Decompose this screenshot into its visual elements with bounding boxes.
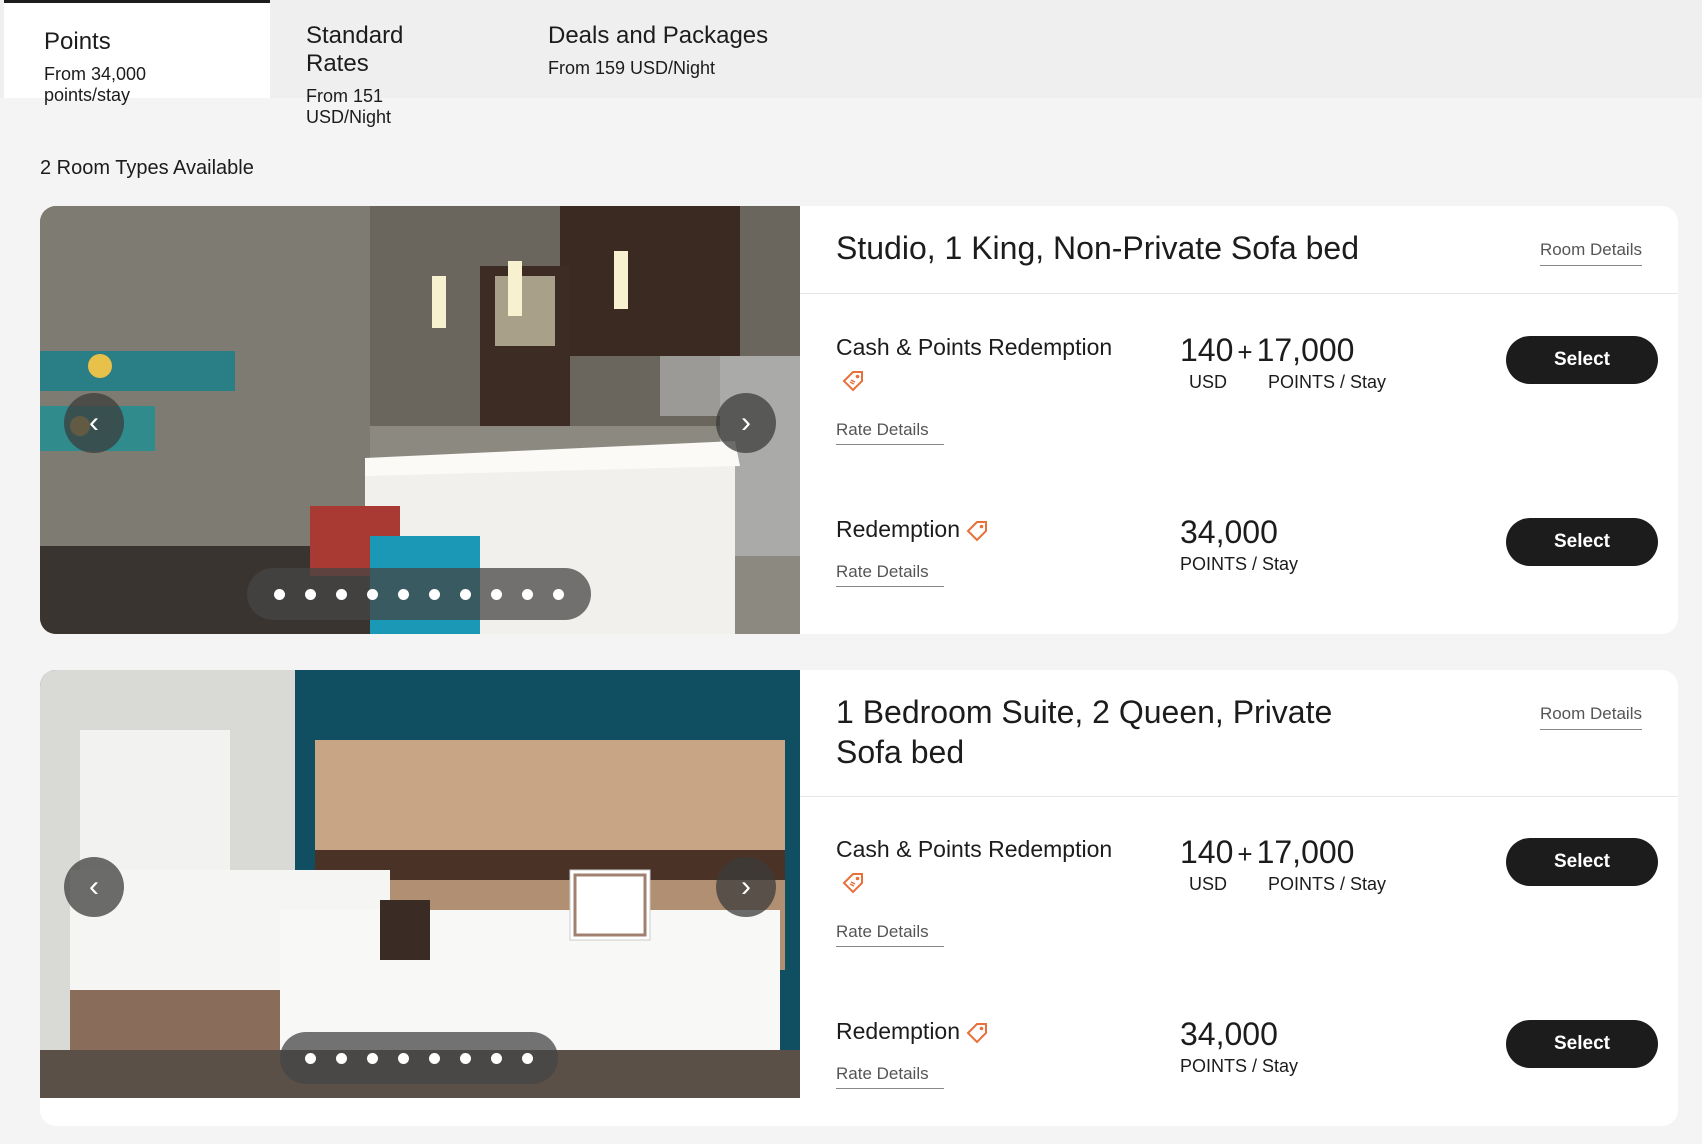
chevron-left-icon: ‹ — [89, 406, 99, 439]
carousel-dot[interactable] — [522, 1052, 533, 1064]
carousel-prev-button[interactable]: ‹ — [64, 393, 124, 453]
carousel-dot[interactable] — [429, 588, 440, 600]
divider — [800, 796, 1678, 797]
carousel-dot[interactable] — [553, 588, 564, 600]
tag-icon — [842, 872, 864, 894]
chevron-right-icon: › — [741, 406, 751, 439]
carousel-dot[interactable] — [367, 1052, 378, 1064]
rate-details-link[interactable]: Rate Details — [836, 922, 944, 947]
rate-row-redemption: Redemption Rate Details 34,000 POINTS / … — [800, 514, 1678, 634]
carousel-next-button[interactable]: › — [716, 857, 776, 917]
carousel-dot[interactable] — [305, 1052, 316, 1064]
room-info: 1 Bedroom Suite, 2 Queen, Private Sofa b… — [800, 670, 1678, 1126]
price-points: 34,000 POINTS / Stay — [1180, 514, 1298, 574]
rate-row-cash-points: Cash & Points Redemption Rate Details 14… — [800, 332, 1678, 484]
room-title: 1 Bedroom Suite, 2 Queen, Private Sofa b… — [836, 694, 1333, 770]
points-unit: POINTS / Stay — [1180, 554, 1299, 574]
rate-name: Cash & Points Redemption — [836, 334, 1113, 360]
cash-amount: 140 — [1180, 834, 1234, 870]
chevron-right-icon: › — [741, 870, 751, 903]
tab-deals-and-packages[interactable]: Deals and Packages From 159 USD/Night — [508, 0, 828, 98]
carousel-dot[interactable] — [491, 1052, 502, 1064]
room-photo-carousel: ‹ › — [40, 206, 800, 634]
room-count-heading: 2 Room Types Available — [40, 157, 254, 179]
plus-sign: + — [1237, 839, 1253, 869]
rate-row-cash-points: Cash & Points Redemption Rate Details 14… — [800, 834, 1678, 986]
tab-subtitle: From 159 USD/Night — [548, 58, 716, 78]
tab-title: Points — [44, 28, 111, 55]
rate-name-text: Redemption — [836, 1018, 961, 1044]
tab-subtitle: From 151 USD/Night — [306, 86, 392, 127]
tab-title: Standard Rates — [306, 22, 404, 77]
rate-details-link[interactable]: Rate Details — [836, 562, 944, 587]
divider — [800, 293, 1678, 294]
points-unit: POINTS / Stay — [1268, 372, 1387, 392]
rate-type-tabs: Points From 34,000 points/stay Standard … — [0, 0, 1702, 127]
points-unit: POINTS / Stay — [1268, 874, 1387, 894]
carousel-dot[interactable] — [367, 588, 378, 600]
tab-subtitle: From 34,000 points/stay — [44, 64, 147, 105]
select-button[interactable]: Select — [1506, 336, 1658, 384]
price-cash-points: 140 +17,000 USD POINTS / Stay — [1180, 332, 1386, 392]
carousel-dot[interactable] — [460, 588, 471, 600]
carousel-dot[interactable] — [460, 1052, 471, 1064]
carousel-dots — [247, 568, 591, 620]
carousel-dots — [280, 1032, 558, 1084]
tab-standard-rates[interactable]: Standard Rates From 151 USD/Night — [266, 0, 512, 127]
carousel-dot[interactable] — [429, 1052, 440, 1064]
cash-unit: USD — [1189, 372, 1228, 392]
chevron-left-icon: ‹ — [89, 870, 99, 903]
room-card: ‹ › Studio, 1 King, Non-Private Sofa bed… — [40, 206, 1678, 634]
points-unit: POINTS / Stay — [1180, 1056, 1299, 1076]
room-title: Studio, 1 King, Non-Private Sofa bed — [836, 230, 1359, 266]
carousel-dot[interactable] — [398, 588, 409, 600]
room-photo-carousel: ‹ › — [40, 670, 800, 1098]
carousel-dot[interactable] — [274, 588, 285, 600]
tab-title: Deals and Packages — [548, 22, 769, 49]
plus-sign: + — [1237, 337, 1253, 367]
tag-icon — [966, 1018, 988, 1044]
carousel-dot[interactable] — [491, 588, 502, 600]
tab-points[interactable]: Points From 34,000 points/stay — [4, 0, 270, 105]
rate-details-link[interactable]: Rate Details — [836, 1064, 944, 1089]
carousel-prev-button[interactable]: ‹ — [64, 857, 124, 917]
rate-row-redemption: Redemption Rate Details 34,000 POINTS / … — [800, 1016, 1678, 1126]
select-button[interactable]: Select — [1506, 1020, 1658, 1068]
room-info: Studio, 1 King, Non-Private Sofa bed Roo… — [800, 206, 1678, 634]
price-points: 34,000 POINTS / Stay — [1180, 1016, 1298, 1076]
rate-name: Redemption — [836, 1018, 988, 1045]
points-amount: 17,000 — [1256, 332, 1355, 368]
carousel-dot[interactable] — [336, 588, 347, 600]
room-card: ‹ › 1 Bedroom Suite, 2 Queen, Private So… — [40, 670, 1678, 1126]
carousel-dot[interactable] — [305, 588, 316, 600]
rate-details-link[interactable]: Rate Details — [836, 420, 944, 445]
points-amount: 17,000 — [1256, 834, 1355, 870]
rate-name-text: Redemption — [836, 516, 961, 542]
room-details-link[interactable]: Room Details — [1539, 704, 1642, 730]
rate-name: Cash & Points Redemption — [836, 836, 1113, 862]
carousel-next-button[interactable]: › — [716, 393, 776, 453]
select-button[interactable]: Select — [1506, 838, 1658, 886]
carousel-dot[interactable] — [398, 1052, 409, 1064]
tag-icon — [842, 370, 864, 392]
select-button[interactable]: Select — [1506, 518, 1658, 566]
cash-amount: 140 — [1180, 332, 1234, 368]
cash-unit: USD — [1189, 874, 1228, 894]
carousel-dot[interactable] — [336, 1052, 347, 1064]
tag-icon — [966, 516, 988, 542]
points-amount: 34,000 — [1180, 514, 1278, 550]
rate-name: Redemption — [836, 516, 988, 543]
carousel-dot[interactable] — [522, 588, 533, 600]
price-cash-points: 140 +17,000 USD POINTS / Stay — [1180, 834, 1386, 894]
room-details-link[interactable]: Room Details — [1539, 240, 1642, 266]
points-amount: 34,000 — [1180, 1016, 1278, 1052]
